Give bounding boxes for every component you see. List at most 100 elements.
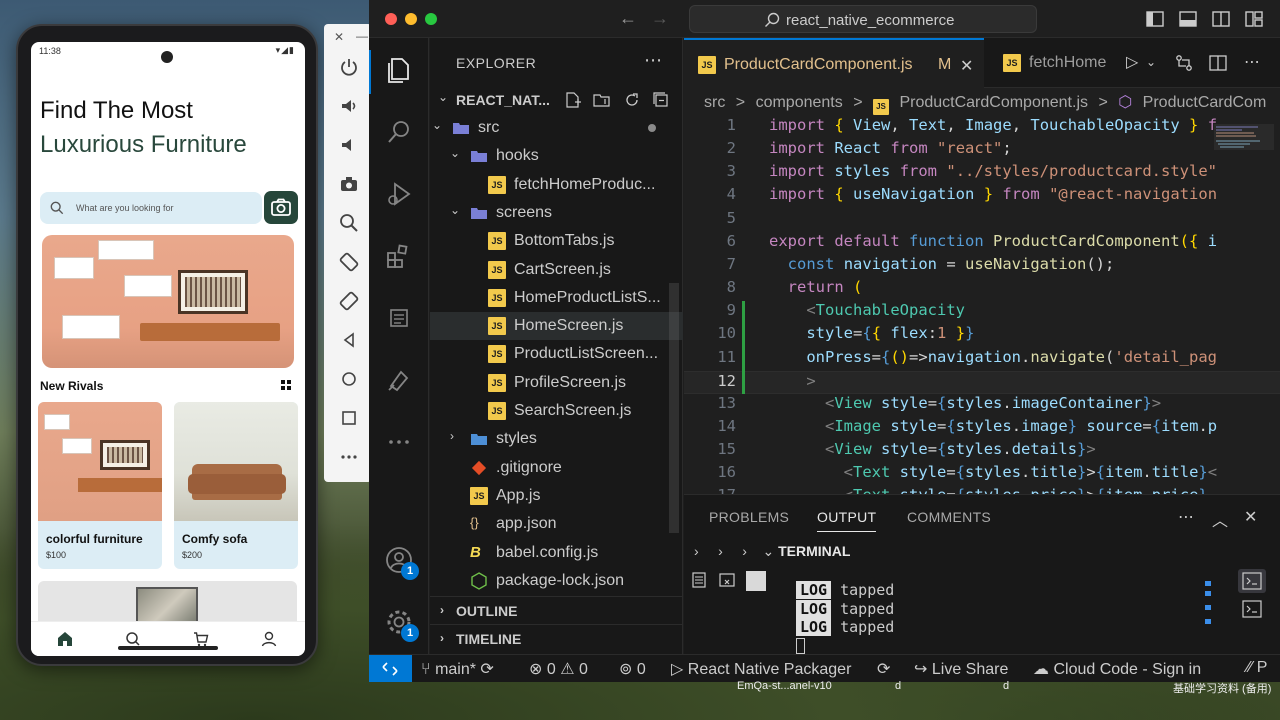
explorer-icon[interactable] (383, 54, 415, 86)
testing-icon[interactable] (383, 364, 415, 396)
code-line[interactable]: 9 <TouchableOpacity (684, 301, 1280, 324)
minimap[interactable] (1214, 124, 1274, 174)
product-card[interactable]: colorful furniture $100 (38, 402, 162, 569)
code-line[interactable]: 4 import { useNavigation } from "@react-n… (684, 185, 1280, 208)
tree-file[interactable]: JS BottomTabs.js (430, 227, 683, 255)
terminal-instance-2[interactable] (1238, 597, 1266, 621)
code-line[interactable]: 1 import { View, Text, Image, TouchableOp… (684, 116, 1280, 139)
dock-item-label[interactable]: d (895, 680, 901, 692)
profile-icon[interactable] (260, 630, 278, 648)
sidebar-scrollbar[interactable] (669, 283, 679, 533)
minimize-icon[interactable]: — (356, 29, 368, 43)
maximize-panel-icon[interactable]: ︿ (1212, 507, 1228, 531)
code-line[interactable]: 2 import React from "react"; (684, 139, 1280, 162)
tab-close-icon[interactable]: ✕ (960, 56, 973, 76)
code-line[interactable]: 10 style={{ flex:1 }} (684, 324, 1280, 347)
search-input[interactable]: What are you looking for (40, 192, 262, 224)
run-debug-icon[interactable] (383, 178, 415, 210)
tree-file[interactable]: {} app.json (430, 510, 683, 538)
rotate-right-icon[interactable] (338, 290, 360, 312)
more-actions-icon[interactable]: ⋯ (644, 50, 662, 71)
breadcrumb-item[interactable]: src (704, 94, 725, 111)
project-root[interactable]: ⌄ REACT_NAT... (430, 86, 683, 114)
more-actions-icon[interactable]: ⋯ (1178, 507, 1194, 527)
command-center-search[interactable]: react_native_ecommerce (689, 5, 1037, 33)
search-icon[interactable] (383, 116, 415, 148)
refresh-icon[interactable] (623, 91, 641, 109)
product-card[interactable]: Comfy sofa $200 (174, 402, 298, 569)
tree-file[interactable]: .gitignore (430, 454, 683, 482)
tree-file[interactable]: JS HomeScreen.js (430, 312, 683, 341)
tree-file[interactable]: JS fetchHomeProduc... (430, 171, 683, 199)
run-icon[interactable]: ▷ (1126, 52, 1138, 72)
tab-problems[interactable]: PROBLEMS (709, 509, 789, 525)
clear-icon[interactable] (718, 571, 736, 589)
tree-folder[interactable]: › styles (430, 425, 683, 453)
ports-status[interactable]: ⊚ 0 (619, 659, 646, 679)
zoom-icon[interactable] (338, 212, 360, 234)
code-line[interactable]: 15 <View style={styles.details}> (684, 440, 1280, 463)
window-close-button[interactable] (385, 13, 397, 25)
tree-folder[interactable]: ⌄ src (430, 114, 683, 142)
chevron-down-icon[interactable]: ⌄ (762, 543, 774, 559)
more-actions-icon[interactable]: ⋯ (1244, 52, 1260, 72)
code-editor[interactable]: 1 import { View, Text, Image, TouchableOp… (684, 116, 1280, 494)
volume-up-icon[interactable] (338, 95, 360, 117)
code-line[interactable]: 16 <Text style={styles.title}>{item.titl… (684, 463, 1280, 486)
rn-packager-status[interactable]: ▷ React Native Packager (671, 659, 851, 679)
tree-file[interactable]: JS App.js (430, 482, 683, 510)
close-icon[interactable]: ✕ (334, 30, 344, 44)
tree-file[interactable]: Bbabel.config.js (430, 539, 683, 567)
tree-file[interactable]: package-lock.json (430, 567, 683, 595)
cloud-code-status[interactable]: ☁ Cloud Code - Sign in (1033, 659, 1201, 679)
more-icon[interactable] (338, 446, 360, 468)
code-line[interactable]: 14 <Image style={styles.image} source={i… (684, 417, 1280, 440)
screenshot-icon[interactable] (338, 173, 360, 195)
volume-down-icon[interactable] (338, 134, 360, 156)
chevron-right-icon[interactable]: › (718, 543, 723, 559)
home-icon[interactable] (56, 630, 74, 648)
collapse-all-icon[interactable] (652, 91, 670, 109)
tab-comments[interactable]: COMMENTS (907, 509, 991, 525)
compare-changes-icon[interactable] (1174, 53, 1194, 73)
live-share-status[interactable]: ↪ Live Share (914, 659, 1008, 679)
chevron-right-icon[interactable]: › (742, 543, 747, 559)
window-zoom-button[interactable] (425, 13, 437, 25)
overview-icon[interactable] (338, 407, 360, 429)
tree-file[interactable]: JS HomeProductListS... (430, 284, 683, 312)
rotate-left-icon[interactable] (338, 251, 360, 273)
terminal-instance-1[interactable] (1238, 569, 1266, 593)
breadcrumb-item[interactable]: components (756, 94, 843, 111)
grid-view-icon[interactable] (281, 380, 291, 390)
code-line[interactable]: 6 export default function ProductCardComp… (684, 232, 1280, 255)
reload-icon[interactable]: ⟳ (877, 659, 890, 679)
camera-search-button[interactable] (264, 191, 298, 224)
tab-output[interactable]: OUTPUT (817, 509, 877, 532)
notes-icon[interactable] (690, 571, 708, 589)
git-branch[interactable]: ⑂ main* ⟳ (421, 659, 494, 679)
problems-status[interactable]: ⊗ 0 ⚠ 0 (529, 659, 588, 679)
tab-fetchhome[interactable]: JS fetchHome (985, 38, 1125, 88)
react-native-icon[interactable] (383, 302, 415, 334)
tree-file[interactable]: JS SearchScreen.js (430, 397, 683, 425)
tree-folder[interactable]: ⌄ screens (430, 199, 683, 227)
code-line[interactable]: 5 (684, 209, 1280, 232)
code-line[interactable]: 7 const navigation = useNavigation(); (684, 255, 1280, 278)
toggle-secondary-sidebar-icon[interactable] (1212, 10, 1230, 28)
new-folder-icon[interactable] (593, 91, 611, 109)
tree-file[interactable]: JS ProfileScreen.js (430, 369, 683, 397)
split-editor-icon[interactable] (1208, 53, 1228, 73)
dock-item-label[interactable]: d (1003, 680, 1009, 692)
dock-item-label[interactable]: 基础学习资料 (备用) (1173, 680, 1271, 696)
back-icon[interactable] (338, 329, 360, 351)
more-views-icon[interactable] (383, 426, 415, 458)
tree-file[interactable]: JS CartScreen.js (430, 256, 683, 284)
remote-indicator[interactable] (369, 655, 412, 682)
back-arrow-icon[interactable]: ← (619, 8, 637, 29)
chevron-down-icon[interactable]: ⌄ (1146, 55, 1156, 69)
new-file-icon[interactable] (564, 91, 582, 109)
outline-section[interactable]: › OUTLINE (430, 596, 683, 624)
toggle-panel-icon[interactable] (1179, 10, 1197, 28)
breadcrumb-item[interactable]: ProductCardComponent.js (899, 94, 1088, 111)
toggle-sidebar-icon[interactable] (1146, 10, 1164, 28)
